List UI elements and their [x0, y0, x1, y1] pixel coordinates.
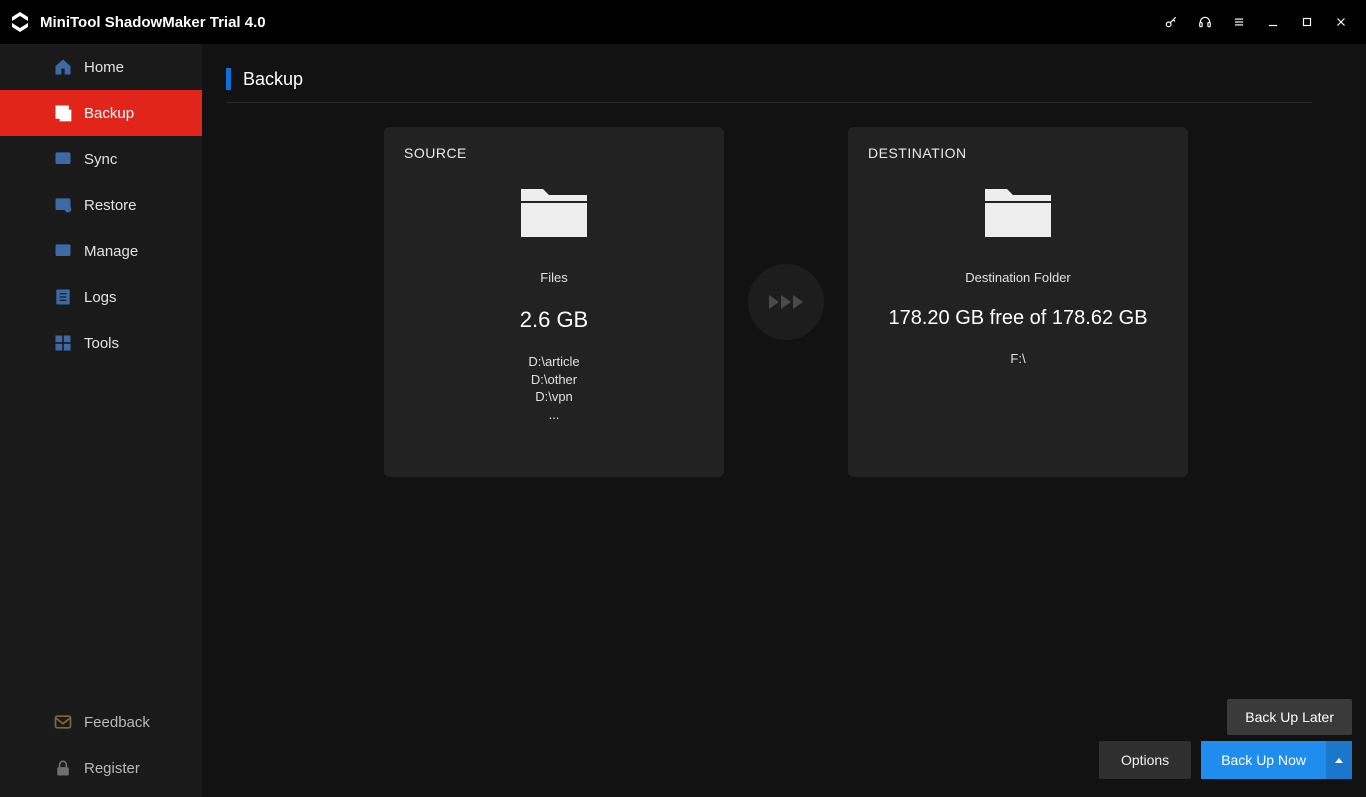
sidebar-item-label: Home — [84, 59, 124, 76]
key-icon[interactable] — [1154, 0, 1188, 44]
source-path: D:\other — [404, 371, 704, 389]
sidebar-item-restore[interactable]: Restore — [0, 182, 202, 228]
sidebar-item-sync[interactable]: Sync — [0, 136, 202, 182]
source-type-label: Files — [404, 270, 704, 285]
sidebar-item-register[interactable]: Register — [0, 745, 202, 791]
source-heading: SOURCE — [404, 145, 704, 161]
source-path: D:\article — [404, 353, 704, 371]
menu-icon[interactable] — [1222, 0, 1256, 44]
lock-icon — [52, 758, 74, 778]
page-header: Backup — [226, 68, 1312, 103]
sidebar-item-label: Sync — [84, 151, 117, 168]
headset-icon[interactable] — [1188, 0, 1222, 44]
sidebar-item-backup[interactable]: Backup — [0, 90, 202, 136]
sidebar-item-feedback[interactable]: Feedback — [0, 699, 202, 745]
action-bar: Options Back Up Now — [1099, 741, 1352, 779]
destination-heading: DESTINATION — [868, 145, 1168, 161]
backup-now-label: Back Up Now — [1221, 752, 1306, 768]
sidebar-item-label: Restore — [84, 197, 137, 214]
sidebar-item-label: Manage — [84, 243, 138, 260]
sidebar-item-label: Tools — [84, 335, 119, 352]
restore-icon — [52, 195, 74, 215]
title-bar: MiniTool ShadowMaker Trial 4.0 — [0, 0, 1366, 44]
backup-now-split-button: Back Up Now — [1201, 741, 1352, 779]
backup-icon — [52, 103, 74, 123]
sync-icon — [52, 149, 74, 169]
destination-free-space: 178.20 GB free of 178.62 GB — [868, 307, 1168, 330]
app-title: MiniTool ShadowMaker Trial 4.0 — [40, 14, 266, 31]
sidebar-item-label: Logs — [84, 289, 117, 306]
backup-later-label: Back Up Later — [1245, 709, 1334, 725]
backup-now-dropdown-toggle[interactable] — [1326, 741, 1352, 779]
source-size: 2.6 GB — [404, 307, 704, 333]
source-path: D:\vpn — [404, 388, 704, 406]
sidebar: Home Backup Sync Restore — [0, 44, 202, 797]
source-path-more: ... — [404, 406, 704, 424]
manage-icon — [52, 241, 74, 261]
backup-later-menu-item[interactable]: Back Up Later — [1227, 699, 1352, 735]
folder-icon — [981, 179, 1055, 244]
source-card[interactable]: SOURCE Files 2.6 GB D:\article D:\other … — [384, 127, 724, 477]
minimize-icon[interactable] — [1256, 0, 1290, 44]
destination-card[interactable]: DESTINATION Destination Folder 178.20 GB… — [848, 127, 1188, 477]
sidebar-item-label: Register — [84, 760, 140, 777]
options-label: Options — [1121, 752, 1169, 768]
logs-icon — [52, 287, 74, 307]
header-accent — [226, 68, 231, 90]
chevron-up-icon — [1335, 758, 1343, 763]
destination-type-label: Destination Folder — [868, 270, 1168, 285]
sidebar-item-tools[interactable]: Tools — [0, 320, 202, 366]
page-title: Backup — [243, 69, 303, 90]
sidebar-item-home[interactable]: Home — [0, 44, 202, 90]
main-content: Backup SOURCE Files 2.6 GB D:\article D:… — [202, 44, 1366, 797]
transfer-arrow-icon — [748, 264, 824, 340]
destination-path: F:\ — [868, 350, 1168, 368]
sidebar-item-label: Feedback — [84, 714, 150, 731]
backup-now-button[interactable]: Back Up Now — [1201, 741, 1326, 779]
close-icon[interactable] — [1324, 0, 1358, 44]
options-button[interactable]: Options — [1099, 741, 1191, 779]
feedback-icon — [52, 712, 74, 732]
sidebar-item-manage[interactable]: Manage — [0, 228, 202, 274]
tools-icon — [52, 333, 74, 353]
folder-icon — [517, 179, 591, 244]
sidebar-item-logs[interactable]: Logs — [0, 274, 202, 320]
maximize-icon[interactable] — [1290, 0, 1324, 44]
sidebar-item-label: Backup — [84, 105, 134, 122]
home-icon — [52, 57, 74, 77]
app-logo-icon — [8, 10, 32, 34]
